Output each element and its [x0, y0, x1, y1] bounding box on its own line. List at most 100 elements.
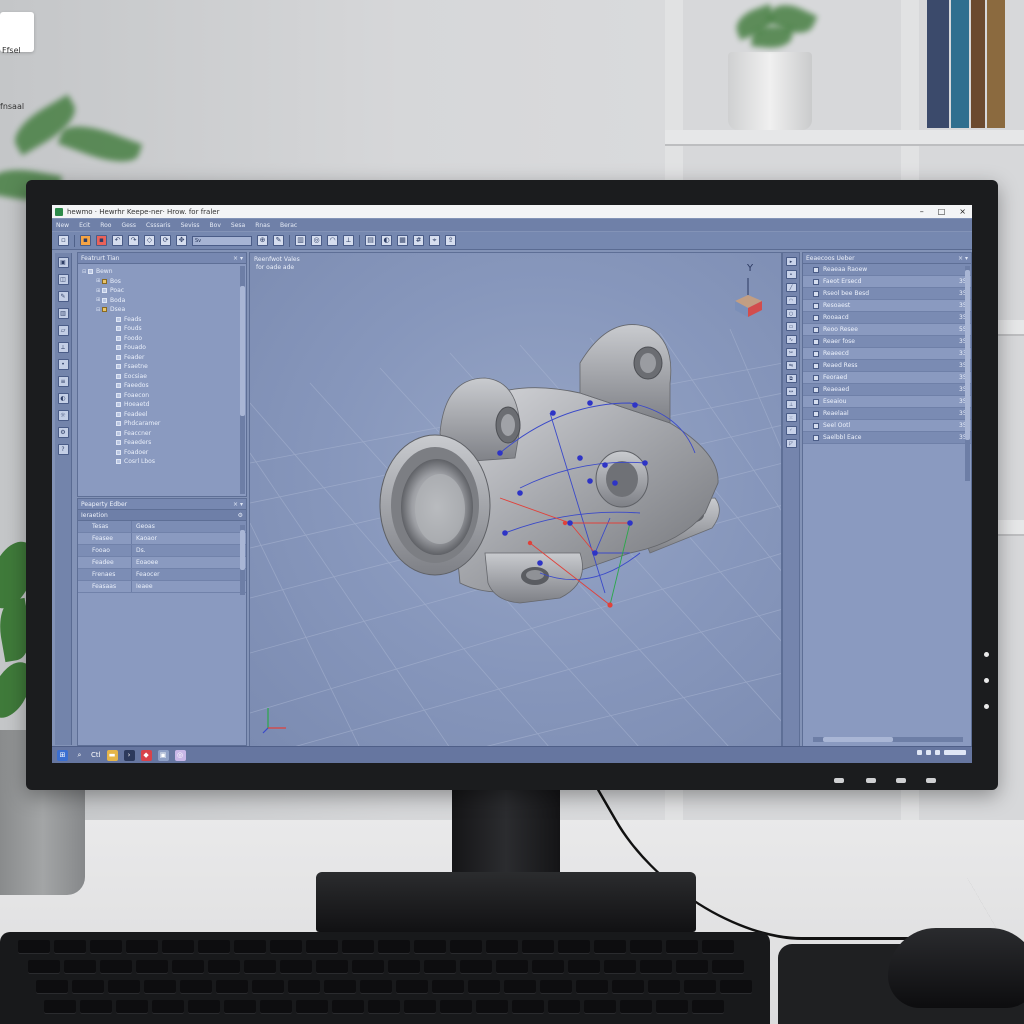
property-row[interactable]: Feasee Kaoaor — [78, 533, 246, 545]
menu-item[interactable]: Gess — [121, 222, 136, 229]
panel-close-icon[interactable]: × ▾ — [233, 501, 243, 508]
monitor-side-button[interactable] — [984, 652, 989, 657]
rotate-icon[interactable]: ⟳ — [160, 235, 171, 246]
tree-item[interactable]: Feadeel — [82, 410, 246, 420]
list-item[interactable]: Reaeaed 35 — [803, 384, 971, 396]
list-item[interactable]: Reaeecd 33 — [803, 348, 971, 360]
list-item[interactable]: Reaed Ress 35 — [803, 360, 971, 372]
render-icon[interactable]: ☼ — [57, 410, 69, 421]
taskbar-search-text[interactable]: Ctl — [91, 751, 101, 759]
tree-item[interactable]: Foadoer — [82, 448, 246, 458]
property-row[interactable]: Tesas Geoas — [78, 521, 246, 533]
point-icon[interactable]: • — [785, 270, 797, 279]
terminal-icon[interactable]: › — [123, 749, 135, 761]
explorer-icon[interactable]: ▬ — [106, 749, 118, 761]
arc-icon[interactable]: ◠ — [785, 296, 797, 305]
list-item[interactable]: Reaeaa Raoew — [803, 264, 971, 276]
maximize-button[interactable]: □ — [938, 207, 946, 216]
settings-icon[interactable]: ⚙ — [57, 427, 69, 438]
offset-icon[interactable]: ⧉ — [785, 374, 797, 383]
feature-icon[interactable]: ▥ — [57, 308, 69, 319]
render-icon[interactable]: ◐ — [381, 235, 392, 246]
save-icon[interactable]: ▪ — [96, 235, 107, 246]
tree-item[interactable]: Foodo — [82, 334, 246, 344]
list-item[interactable]: Feoraed 35 — [803, 372, 971, 384]
tree-item[interactable]: Feads — [82, 315, 246, 325]
material-icon[interactable]: ◐ — [57, 393, 69, 404]
zoom-icon[interactable]: ⊕ — [257, 235, 268, 246]
menu-item[interactable]: Bov — [210, 222, 221, 229]
list-item[interactable]: Eseaiou 35 — [803, 396, 971, 408]
tree-item[interactable]: Faeedos — [82, 381, 246, 391]
pattern-icon[interactable]: ⁙ — [785, 413, 797, 422]
spline-icon[interactable]: ∿ — [785, 335, 797, 344]
layers-hscrollbar[interactable] — [813, 737, 963, 742]
view-triad[interactable] — [735, 278, 762, 317]
close-button[interactable]: × — [959, 207, 966, 216]
property-group-header[interactable]: Ieraetion ⚙ — [78, 510, 246, 521]
rectangle-icon[interactable]: ▭ — [785, 322, 797, 331]
tree-item[interactable]: Phdcaramer — [82, 419, 246, 429]
list-item[interactable]: Reaer fose 35 — [803, 336, 971, 348]
tree-item[interactable]: ⊞ Poac — [82, 286, 246, 296]
export-icon[interactable]: ⇪ — [445, 235, 456, 246]
constraint-icon[interactable]: ⊥ — [785, 400, 797, 409]
list-item[interactable]: Rseol bee Besd 35 — [803, 288, 971, 300]
undo-icon[interactable]: ↶ — [112, 235, 123, 246]
tree-item[interactable]: Fsaetne — [82, 362, 246, 372]
clock[interactable] — [944, 750, 966, 755]
3d-viewport[interactable]: Reenfwot Vales for oade ade Y — [249, 252, 782, 747]
tree-item[interactable]: Eocsiae — [82, 372, 246, 382]
volume-icon[interactable] — [926, 750, 931, 755]
keyboard[interactable] — [0, 932, 770, 1024]
tree-item[interactable]: Fouds — [82, 324, 246, 334]
property-row[interactable]: Feasaas Ieaee — [78, 581, 246, 593]
select-icon[interactable]: ◇ — [144, 235, 155, 246]
list-item[interactable]: Faeot Ersecd 35 — [803, 276, 971, 288]
list-item[interactable]: Seel Ootl 35 — [803, 420, 971, 432]
cursor-icon[interactable]: ▸ — [785, 257, 797, 266]
list-item[interactable]: Reoo Resee 55 — [803, 324, 971, 336]
property-row[interactable]: Fooao Ds. — [78, 545, 246, 557]
dimension-icon[interactable]: ↔ — [785, 387, 797, 396]
minimize-button[interactable]: – — [920, 207, 924, 216]
point-icon[interactable]: • — [57, 359, 69, 370]
trim-icon[interactable]: ✂ — [785, 348, 797, 357]
tree-item[interactable]: Cosrl Lbos — [82, 457, 246, 467]
property-scrollbar[interactable] — [240, 525, 245, 595]
list-item[interactable]: Reaelaal 35 — [803, 408, 971, 420]
menu-item[interactable]: Berac — [280, 222, 297, 229]
tree-item[interactable]: Fouado — [82, 343, 246, 353]
monitor-side-button[interactable] — [984, 704, 989, 709]
redo-icon[interactable]: ↷ — [128, 235, 139, 246]
property-row[interactable]: Frenaes Feaocer — [78, 569, 246, 581]
menu-item[interactable]: Roo — [100, 222, 111, 229]
assembly-icon[interactable]: ◫ — [57, 274, 69, 285]
plane-icon[interactable]: ▱ — [57, 325, 69, 336]
store-icon[interactable]: ▣ — [157, 749, 169, 761]
tree-item[interactable]: Foaecon — [82, 391, 246, 401]
grid-icon[interactable]: # — [413, 235, 424, 246]
view-icon[interactable]: ▦ — [397, 235, 408, 246]
search-icon[interactable]: ⌕ — [74, 750, 85, 761]
cad-app-icon[interactable]: ◆ — [140, 749, 152, 761]
layers-scrollbar[interactable] — [965, 266, 970, 481]
pan-icon[interactable]: ✥ — [176, 235, 187, 246]
list-item[interactable]: Saelbbl Eace 35 — [803, 432, 971, 444]
tree-item[interactable]: Feader — [82, 353, 246, 363]
fillet-icon[interactable]: ◜ — [785, 426, 797, 435]
menu-item[interactable]: Rnas — [255, 222, 270, 229]
circle-icon[interactable]: ○ — [785, 309, 797, 318]
section-icon[interactable]: ▤ — [365, 235, 376, 246]
scrollbar-thumb[interactable] — [240, 530, 245, 570]
sketch-icon[interactable]: ✎ — [273, 235, 284, 246]
monitor-side-button[interactable] — [984, 678, 989, 683]
mirror-icon[interactable]: ⇋ — [785, 361, 797, 370]
menu-item[interactable]: New — [56, 222, 69, 229]
network-icon[interactable] — [917, 750, 922, 755]
property-row[interactable]: Feadee Eoaoee — [78, 557, 246, 569]
snap-icon[interactable]: ⌖ — [429, 235, 440, 246]
mouse[interactable] — [888, 928, 1024, 1008]
monitor-button[interactable] — [926, 778, 936, 783]
tree-item[interactable]: Feaeders — [82, 438, 246, 448]
